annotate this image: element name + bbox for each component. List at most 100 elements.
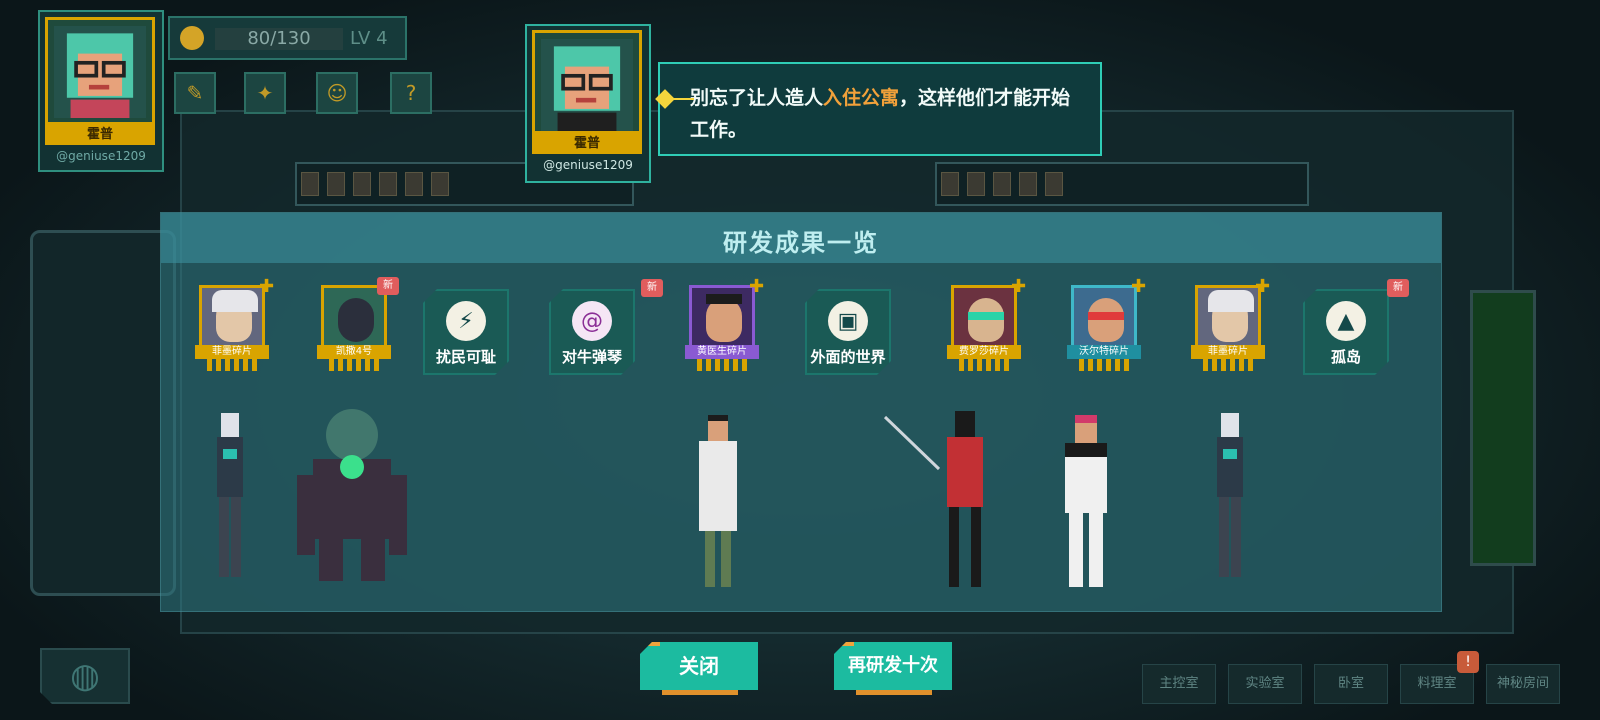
item-label: 扰民可耻 (435, 348, 496, 366)
character-face (338, 298, 374, 342)
wall-machine (30, 230, 176, 596)
player-avatar (45, 17, 155, 125)
item-label: 孤岛 (1330, 348, 1361, 366)
new-badge: 新 (377, 277, 399, 295)
speaker-card: 霍普 @geniuse1209 (525, 24, 651, 183)
player-name: 霍普 (45, 125, 155, 145)
result-item[interactable]: ▣ 外面的世界 (805, 289, 891, 375)
item-teeth (329, 359, 379, 371)
item-label: 凯撒4号 (317, 345, 391, 359)
item-teeth (207, 359, 257, 371)
android-figure (217, 413, 243, 577)
result-item[interactable]: 费罗莎碎片 ✚ (947, 278, 1026, 373)
speaker-name: 霍普 (532, 134, 642, 154)
android-figure (1217, 413, 1243, 577)
results-title: 研发成果一览 (723, 229, 879, 257)
result-item[interactable]: ▲ 孤岛 (1303, 289, 1389, 375)
result-item[interactable]: ⚡ 扰民可耻 (423, 289, 509, 375)
plus-icon: ✚ (1255, 276, 1271, 297)
character-face (706, 298, 742, 342)
plus-icon: ✚ (1011, 276, 1027, 297)
mood-icon (180, 26, 204, 50)
item-teeth (959, 359, 1009, 371)
player-card[interactable]: 霍普 @geniuse1209 (38, 10, 164, 172)
item-label: 沃尔特碎片 (1067, 345, 1141, 359)
speech-highlight: 入住公寓 (823, 87, 900, 109)
item-label: 外面的世界 (810, 348, 886, 366)
help-icon[interactable]: ? (390, 72, 432, 114)
speaker-handle: @geniuse1209 (543, 158, 633, 172)
research-again-button[interactable]: 再研发十次 (834, 642, 952, 690)
pointer-line (674, 98, 694, 100)
result-item[interactable]: 菲墨碎片 ✚ (195, 278, 274, 373)
plus-icon: ✚ (259, 276, 275, 297)
item-label: 黄医生碎片 (685, 345, 759, 359)
item-label: 对牛弹琴 (561, 348, 622, 366)
item-label: 费罗莎碎片 (947, 345, 1021, 359)
smile-icon[interactable]: ☺ (316, 72, 358, 114)
visor (1088, 312, 1124, 320)
level-indicator: LV 4 (350, 28, 388, 49)
item-label: 菲墨碎片 (195, 345, 269, 359)
results-panel: 研发成果一览 菲墨碎片 ✚ 凯撒4号 新 ⚡ 扰民可耻 @ 对牛弹琴 新 黄医生 (160, 212, 1442, 612)
xp-value: 80/130 (215, 28, 343, 50)
item-teeth (697, 359, 747, 371)
room-tab[interactable]: 主控室 (1142, 664, 1216, 704)
result-item[interactable]: 凯撒4号 新 (317, 277, 399, 373)
level-value: 4 (376, 28, 388, 49)
character-face (1088, 298, 1124, 342)
doctor-figure (699, 415, 737, 587)
room-tab[interactable]: 实验室 (1228, 664, 1302, 704)
portrait-frame (199, 285, 265, 351)
result-item[interactable]: 黄医生碎片 ✚ (685, 278, 764, 373)
portrait-frame (1195, 285, 1261, 351)
portrait-frame (321, 285, 387, 351)
alert-badge: ! (1457, 651, 1479, 673)
avatar-portrait (541, 39, 633, 131)
visor (968, 312, 1004, 320)
result-item[interactable]: 沃尔特碎片 ✚ (1067, 278, 1146, 373)
item-label: 菲墨碎片 (1191, 345, 1265, 359)
avatar-portrait (54, 26, 146, 118)
item-teeth (1203, 359, 1253, 371)
research-again-label: 再研发十次 (848, 655, 938, 676)
speech-text: 别忘了让人造人 (690, 87, 824, 109)
globe-icon[interactable]: ◍ (40, 648, 130, 704)
speech-bubble[interactable]: 别忘了让人造人入住公寓，这样他们才能开始工作。 (655, 62, 1102, 156)
button-underline (856, 690, 932, 695)
suitcase-icon: ▣ (828, 301, 868, 341)
character-face (968, 298, 1004, 342)
agent-figure (1065, 415, 1107, 587)
room-tab[interactable]: 神秘房间 (1486, 664, 1560, 704)
level-label: LV (350, 28, 371, 49)
gorilla-figure (297, 409, 407, 581)
plus-icon: ✚ (749, 276, 765, 297)
item-teeth (1079, 359, 1129, 371)
close-label: 关闭 (679, 654, 719, 678)
new-badge: 新 (641, 279, 663, 297)
spiral-icon: @ (572, 301, 612, 341)
player-handle: @geniuse1209 (56, 149, 146, 163)
flashlight-icon[interactable]: ✦ (244, 72, 286, 114)
portrait-frame (1071, 285, 1137, 351)
result-item[interactable]: 菲墨碎片 ✚ (1191, 278, 1270, 373)
portrait-frame (951, 285, 1017, 351)
speaker-avatar (532, 30, 642, 134)
room-tab[interactable]: 卧室 (1314, 664, 1388, 704)
hair (1208, 290, 1254, 312)
island-icon: ▲ (1326, 301, 1366, 341)
tank (1470, 290, 1536, 566)
xp-bar: 80/130 LV 4 (168, 16, 407, 60)
button-underline (662, 690, 738, 695)
shelf (935, 162, 1309, 206)
notes-icon[interactable]: ✎ (174, 72, 216, 114)
plus-icon: ✚ (1131, 276, 1147, 297)
close-button[interactable]: 关闭 (640, 642, 758, 690)
hair (706, 294, 742, 304)
swordswoman-figure (883, 411, 983, 587)
result-item[interactable]: @ 对牛弹琴 (549, 289, 635, 375)
pointer-icon (655, 89, 675, 109)
new-badge: 新 (1387, 279, 1409, 297)
lightning-icon: ⚡ (446, 301, 486, 341)
portrait-frame (689, 285, 755, 351)
